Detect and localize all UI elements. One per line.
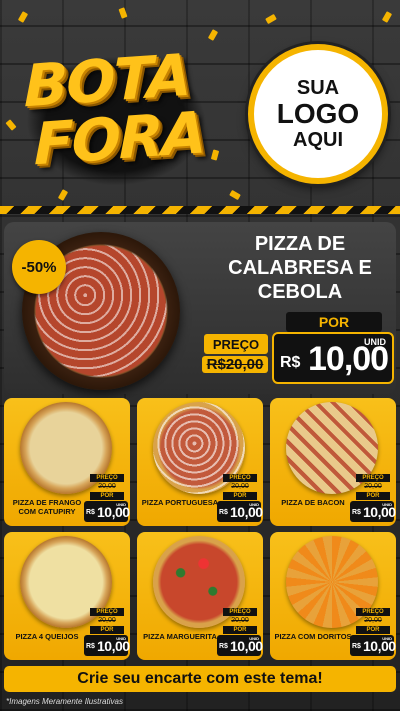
cta-banner[interactable]: Crie seu encarte com este tema! [4, 666, 396, 692]
por-label: POR [90, 492, 124, 500]
product-name: PIZZA DE BACON [281, 498, 345, 507]
price-currency: R$ [86, 509, 95, 516]
logo-text-1: SUA [296, 76, 340, 99]
hazard-stripe [0, 206, 400, 214]
disclaimer-text: *Imagens Meramente Ilustrativas [6, 697, 123, 706]
por-label: POR [90, 626, 124, 634]
logo-text-3: AQUI [293, 129, 343, 152]
product-card: PIZZA PORTUGUESA PREÇO 20,00 POR R$ 10,0… [137, 398, 263, 526]
price-unit: UNID [249, 502, 259, 507]
headline: BOTA FORA [10, 40, 220, 190]
confetti [229, 189, 241, 201]
product-name: PIZZA MARGUERITA [143, 632, 217, 641]
product-card: PIZZA COM DORITOS PREÇO 20,00 POR R$ 10,… [270, 532, 396, 660]
price-box: R$ 10,00 UNID [84, 635, 130, 656]
discount-badge: -50% [12, 240, 66, 294]
price-unit: UNID [382, 636, 392, 641]
por-label: POR [356, 492, 390, 500]
price-unit: UNID [382, 502, 392, 507]
headline-line-2: FORA [34, 98, 205, 179]
preco-label: PREÇO [356, 474, 390, 482]
featured-name-line-3: CEBOLA [257, 281, 343, 303]
old-price: 20,00 [231, 483, 249, 490]
preco-label: PREÇO [204, 334, 268, 354]
price-box: R$ 10,00 UNID [217, 501, 263, 522]
header: BOTA FORA SUA LOGO AQUI [0, 0, 400, 210]
preco-label: PREÇO [223, 474, 257, 482]
old-price: 20,00 [98, 617, 116, 624]
por-label: POR [286, 312, 382, 332]
old-price: 20,00 [364, 617, 382, 624]
product-name: PIZZA COM DORITOS [274, 632, 352, 641]
por-label: POR [356, 626, 390, 634]
old-price-value: 20,00 [225, 356, 264, 373]
product-name: PIZZA DE FRANGO COM CATUPIRY [12, 498, 82, 516]
product-card: PIZZA DE FRANGO COM CATUPIRY PREÇO 20,00… [4, 398, 130, 526]
product-card: PIZZA DE BACON PREÇO 20,00 POR R$ 10,00 … [270, 398, 396, 526]
price-box: R$ 10,00 UNID [350, 501, 396, 522]
price-unit: UNID [116, 636, 126, 641]
price-box: R$ 10,00 UNID [217, 635, 263, 656]
price-currency: R$ [280, 354, 301, 371]
product-name: PIZZA PORTUGUESA [141, 498, 219, 507]
confetti [17, 11, 29, 23]
preco-label: PREÇO [90, 474, 124, 482]
preco-label: PREÇO [223, 608, 257, 616]
price-currency: R$ [219, 509, 228, 516]
por-label: POR [223, 626, 257, 634]
featured-product: -50% PIZZA DE CALABRESA E CEBOLA PREÇO R… [4, 222, 396, 394]
confetti [57, 189, 69, 201]
price-unit: UNID [249, 636, 259, 641]
old-price: R$20,00 [202, 356, 268, 373]
old-price: 20,00 [231, 617, 249, 624]
price-currency: R$ [352, 509, 361, 516]
preco-label: PREÇO [356, 608, 390, 616]
confetti [265, 13, 277, 25]
old-price-currency: R$ [206, 356, 226, 373]
price-box: R$ 10,00 UNID [84, 501, 130, 522]
logo-text-2: LOGO [276, 97, 360, 129]
featured-name-line-2: CALABRESA E [228, 257, 372, 279]
old-price: 20,00 [364, 483, 382, 490]
price-currency: R$ [86, 643, 95, 650]
por-label: POR [223, 492, 257, 500]
price-box: R$ 10,00 UNID [350, 635, 396, 656]
product-card: PIZZA MARGUERITA PREÇO 20,00 POR R$ 10,0… [137, 532, 263, 660]
old-price: 20,00 [98, 483, 116, 490]
confetti [381, 11, 393, 23]
price-box: R$ 10,00 UNID [272, 332, 394, 384]
price-currency: R$ [219, 643, 228, 650]
product-card: PIZZA 4 QUEIJOS PREÇO 20,00 POR R$ 10,00… [4, 532, 130, 660]
price-unit: UNID [364, 337, 386, 347]
featured-name-line-1: PIZZA DE [254, 233, 346, 255]
confetti [118, 7, 128, 19]
price-currency: R$ [352, 643, 361, 650]
product-grid: PIZZA DE FRANGO COM CATUPIRY PREÇO 20,00… [4, 398, 396, 666]
preco-label: PREÇO [90, 608, 124, 616]
price-unit: UNID [116, 502, 126, 507]
featured-product-name: PIZZA DE CALABRESA E CEBOLA [210, 232, 390, 304]
logo-placeholder: SUA LOGO AQUI [248, 44, 388, 184]
product-name: PIZZA 4 QUEIJOS [15, 632, 79, 641]
